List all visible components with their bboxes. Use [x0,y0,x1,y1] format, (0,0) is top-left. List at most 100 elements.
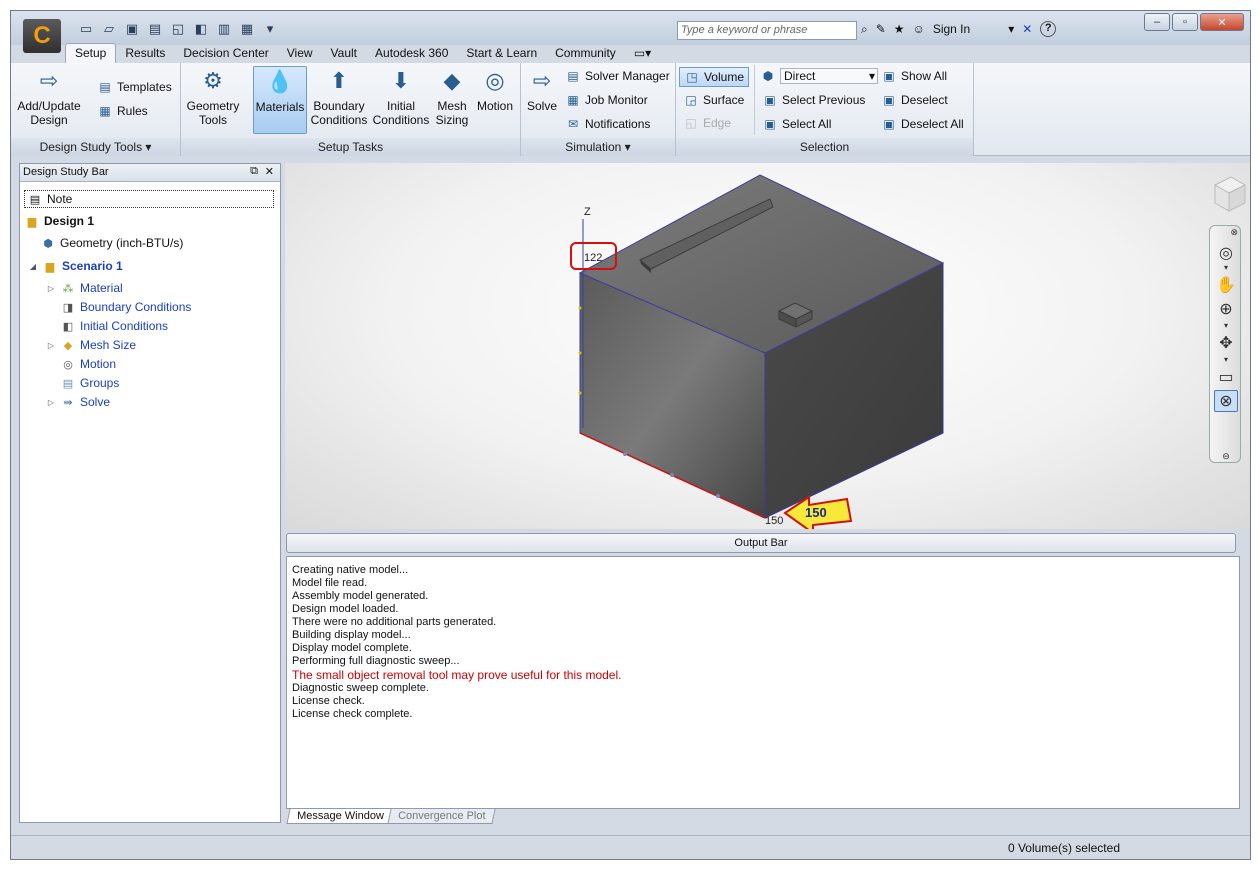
exchange-icon[interactable]: ✕ [1022,22,1032,36]
tree-initial-conditions[interactable]: ◧ Initial Conditions [60,317,168,335]
view-cube[interactable] [1213,176,1247,212]
steering-wheel-icon[interactable]: ◎ [1214,242,1238,264]
initial-conditions-button[interactable]: ⬇ Initial Conditions [371,66,431,134]
initial-label: Initial Conditions [80,319,169,333]
tree-motion[interactable]: ◎ Motion [60,355,116,373]
group-label[interactable]: Simulation ▾ [521,138,675,156]
geometry-tools-button[interactable]: ⚙ Geometry Tools [185,66,241,134]
deselect-all-button[interactable]: ▣ Deselect All [881,114,963,134]
show-all-button[interactable]: ▣ Show All [881,66,947,86]
expand-icon[interactable]: ▷ [46,284,56,293]
tree-geometry[interactable]: ⬢ Geometry (inch-BTU/s) [40,234,183,252]
motion-button[interactable]: ◎ Motion [473,66,517,134]
tree-mesh-size[interactable]: ▷ ◆ Mesh Size [46,336,136,354]
message-window[interactable]: Creating native model... Model file read… [286,556,1240,809]
solver-manager-button[interactable]: ▤ Solver Manager [565,66,669,86]
tree-design[interactable]: ▆ Design 1 [24,212,94,230]
maximize-button[interactable]: ▫ [1172,13,1198,31]
minimize-button[interactable]: – [1144,13,1170,31]
close-icon[interactable]: ✕ [265,165,274,178]
tab-convergence-plot[interactable]: Convergence Plot [387,809,496,824]
new-icon[interactable]: ▭ [77,21,95,37]
save-icon[interactable]: ▣ [123,21,141,37]
float-icon[interactable]: ⧉ [250,165,258,178]
boundary-conditions-button[interactable]: ⬆ Boundary Conditions [309,66,369,134]
tab-message-window[interactable]: Message Window [286,809,395,824]
edge-button[interactable]: ◱ Edge [683,113,731,133]
help-button[interactable]: ? [1040,21,1057,37]
tab-decision-center[interactable]: Decision Center [174,44,277,63]
tab-autodesk-360[interactable]: Autodesk 360 [366,44,457,63]
look-icon[interactable]: ▭ [1214,366,1238,388]
tree-groups[interactable]: ▤ Groups [60,374,120,392]
tab-vault[interactable]: Vault [322,44,366,63]
select-previous-button[interactable]: ▣ Select Previous [762,90,865,110]
cube-view-icon[interactable]: ◧ [192,21,210,37]
selection-status: 0 Volume(s) selected [1007,841,1120,855]
direct-select-value[interactable]: Direct ▾ [780,68,878,84]
app-logo[interactable]: C [23,19,61,53]
chevron-down-icon[interactable]: ▾ [1214,262,1238,272]
tree-material[interactable]: ▷ ⁂ Material [46,279,123,297]
tab-start-learn[interactable]: Start & Learn [457,44,546,63]
rules-button[interactable]: ▦ Rules [97,101,147,121]
direct-icon: ⬢ [762,69,774,83]
chevron-down-icon[interactable]: ▾ [1214,320,1238,330]
export-icon[interactable]: ▦ [238,21,256,37]
deselect-button[interactable]: ▣ Deselect [881,90,947,110]
tree-boundary-conditions[interactable]: ◨ Boundary Conditions [60,298,192,316]
options-icon[interactable]: ⊖ [1214,450,1238,462]
notifications-button[interactable]: ✉ Notifications [565,114,650,134]
sign-in-link[interactable]: Sign In [933,22,970,36]
collapse-icon[interactable]: ◢ [28,262,38,271]
tab-community[interactable]: Community [546,44,625,63]
mesh-sizing-button[interactable]: ◆ Mesh Sizing [433,66,471,134]
group-label[interactable]: Design Study Tools ▾ [11,138,180,156]
star-icon[interactable]: ★ [894,22,905,36]
expand-icon[interactable]: ▷ [46,398,56,407]
output-bar-header[interactable]: Output Bar [286,533,1236,553]
binoculars-icon[interactable]: ⌕ [861,22,868,37]
ribbon-options-icon[interactable]: ▭▾ [625,44,660,63]
tree-scenario[interactable]: ◢ ▆ Scenario 1 [28,257,123,275]
surface-button[interactable]: ◲ Surface [683,90,744,110]
material-label: Material [80,281,123,295]
output-tabs: Message Window Convergence Plot [286,809,496,824]
open-icon[interactable]: ▱ [100,21,118,37]
layout-icon[interactable]: ▥ [215,21,233,37]
geometry-icon: ⬢ [43,237,53,250]
center-icon[interactable]: ⊗ [1214,390,1238,412]
orbit-icon[interactable]: ✥ [1214,332,1238,354]
select-all-button[interactable]: ▣ Select All [762,114,831,134]
volume-button[interactable]: ◳ Volume [679,67,749,87]
materials-label: Materials [255,100,305,114]
close-icon[interactable]: ⊗ [1214,226,1238,238]
note-item[interactable]: ▤ Note [24,190,274,208]
select-icon[interactable]: ◱ [169,21,187,37]
expand-icon[interactable]: ▷ [46,341,56,350]
tab-setup[interactable]: Setup [65,43,117,63]
initial-conditions-icon: ⬇ [391,68,411,93]
dropdown-icon[interactable]: ▾ [261,21,279,37]
pan-icon[interactable]: ✋ [1214,274,1238,296]
model-view[interactable]: Z X 122 150 150 [285,163,1250,544]
close-button[interactable]: ✕ [1200,13,1244,31]
solve-button[interactable]: ⇨ Solve [523,66,561,134]
job-monitor-button[interactable]: ▦ Job Monitor [565,90,647,110]
design-study-bar-header: Design Study Bar ⧉ ✕ [20,164,280,182]
chevron-down-icon[interactable]: ▾ [1214,354,1238,364]
tree-solve[interactable]: ▷ ⇛ Solve [46,393,110,411]
groups-label: Groups [80,376,120,390]
wrench-icon[interactable]: ✎ [876,22,886,36]
materials-button[interactable]: 💧 Materials [253,66,307,134]
tab-results[interactable]: Results [116,44,174,63]
direct-select-dropdown[interactable]: ⬢ Direct ▾ [760,66,878,86]
zoom-icon[interactable]: ⊕ [1214,298,1238,320]
search-input[interactable]: Type a keyword or phrase [677,21,857,40]
graphics-viewport[interactable]: Z X 122 150 150 [285,163,1250,544]
templates-button[interactable]: ▤ Templates [97,77,171,97]
tab-view[interactable]: View [278,44,322,63]
add-update-design-button[interactable]: ⇨ Add/Update Design [17,66,80,134]
dropdown-icon[interactable]: ▾ [1008,22,1014,36]
save-all-icon[interactable]: ▤ [146,21,164,37]
